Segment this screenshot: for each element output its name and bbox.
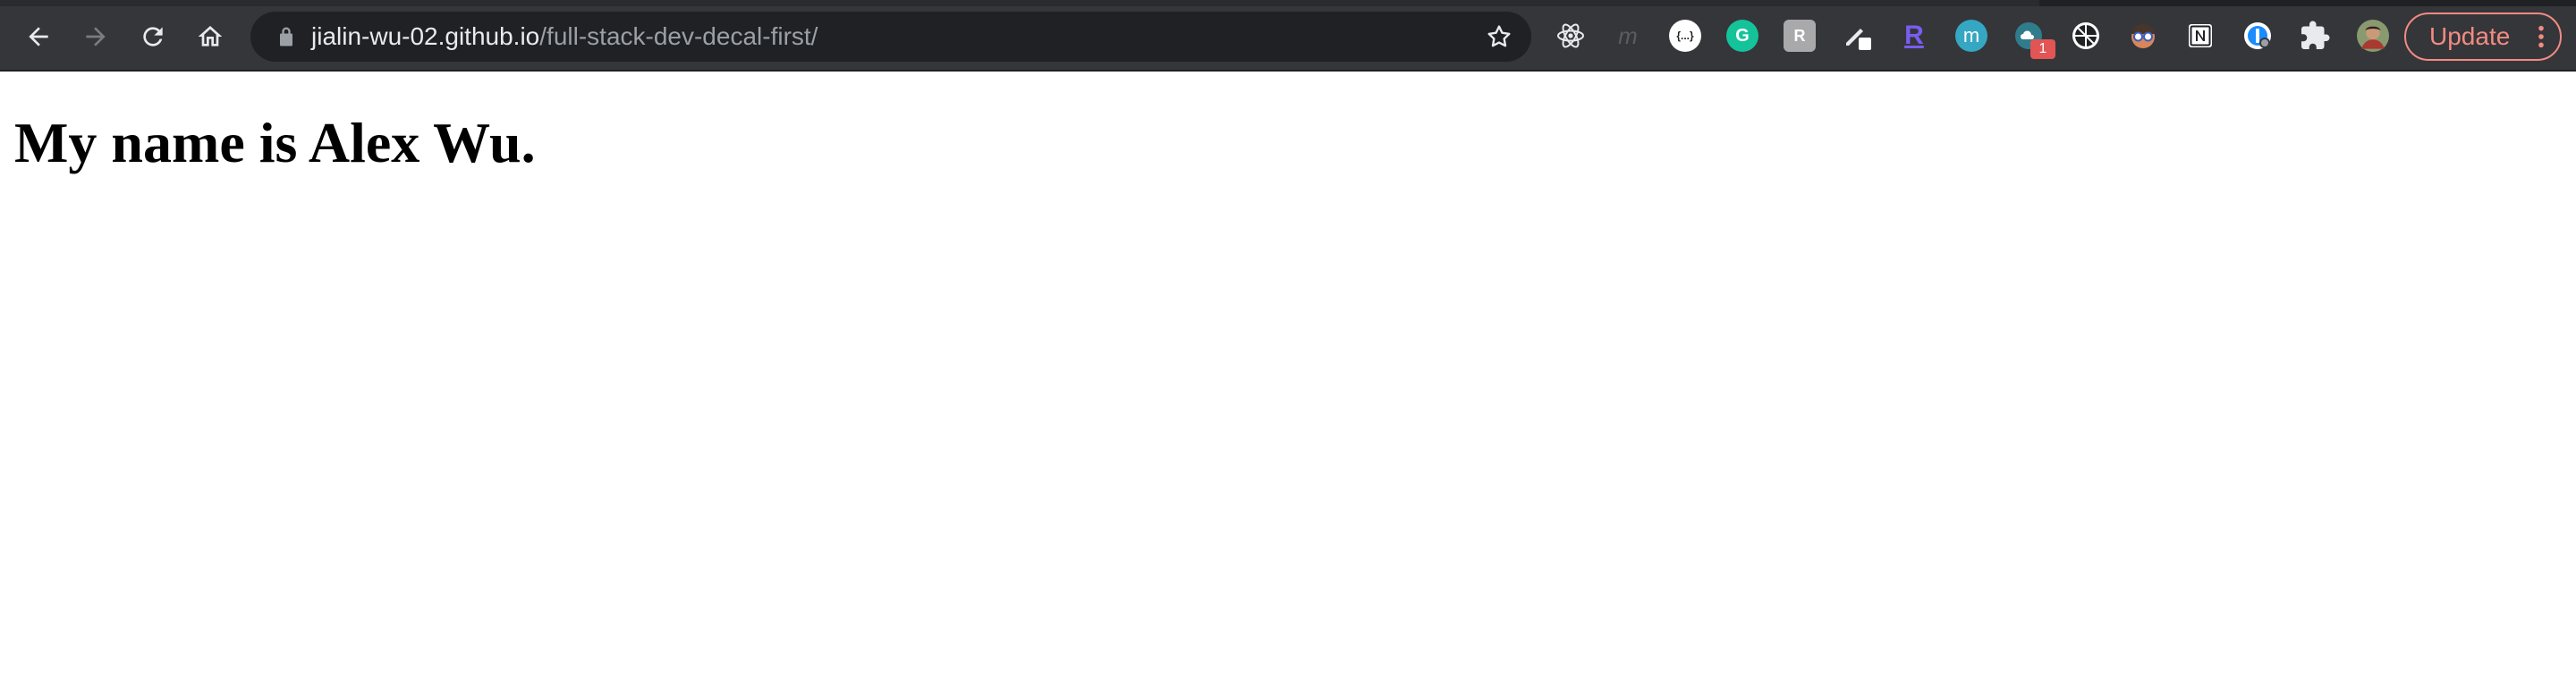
update-button[interactable]: Update — [2404, 13, 2562, 61]
m-circle-glyph: m — [1962, 24, 1980, 46]
tab-strip-active — [0, 0, 2039, 6]
tab-strip — [0, 0, 2576, 6]
camera-ext-icon[interactable] — [2070, 20, 2102, 52]
profile-avatar[interactable] — [2354, 17, 2392, 55]
json-viewer-icon[interactable]: {...} — [1669, 20, 1701, 52]
more-vertical-icon — [2538, 25, 2544, 48]
page-heading: My name is Alex Wu. — [14, 111, 536, 174]
reload-button[interactable] — [132, 16, 174, 57]
notion-logo-icon — [2189, 24, 2212, 47]
glasses-face-icon — [2131, 24, 2155, 48]
pen-icon — [1846, 29, 1871, 50]
puzzle-icon — [2301, 21, 2330, 49]
back-button[interactable] — [18, 16, 59, 57]
aperture-icon — [2072, 22, 2099, 49]
react-devtools-icon[interactable] — [1555, 20, 1587, 52]
m-italic-ext-icon[interactable]: m — [1612, 20, 1644, 52]
url-path: /full-stack-dev-decal-first/ — [539, 22, 818, 50]
home-button[interactable] — [190, 16, 231, 57]
toolbar-divider — [0, 70, 2576, 72]
arrow-left-icon — [29, 27, 48, 46]
m-italic-glyph: m — [1618, 21, 1638, 49]
onepassword-logo-icon — [2244, 22, 2271, 49]
grammarly-icon[interactable]: G — [1726, 20, 1758, 52]
json-viewer-glyph: {...} — [1676, 30, 1694, 42]
bookmark-star-icon[interactable] — [1485, 22, 1513, 51]
url-text[interactable]: jialin-wu-02.github.io/full-stack-dev-de… — [311, 12, 818, 62]
lock-icon[interactable] — [274, 24, 299, 49]
grammarly-glyph: G — [1735, 25, 1750, 46]
react-logo-icon — [1557, 23, 1584, 48]
notion-icon[interactable] — [2184, 20, 2216, 52]
rakuten-ext-icon[interactable]: R — [1784, 20, 1816, 52]
address-bar[interactable]: jialin-wu-02.github.io/full-stack-dev-de… — [250, 12, 1531, 62]
reload-icon — [143, 27, 163, 46]
r-glyph: R — [1904, 21, 1924, 50]
pen-ext-icon[interactable] — [1841, 20, 1873, 52]
avatar-icon — [2357, 20, 2389, 52]
browser-toolbar: jialin-wu-02.github.io/full-stack-dev-de… — [0, 0, 2576, 72]
character-ext-icon[interactable] — [2127, 20, 2159, 52]
extensions-puzzle-icon[interactable] — [2299, 20, 2331, 52]
home-icon — [198, 26, 223, 46]
forward-button[interactable] — [75, 16, 116, 57]
onepassword-icon[interactable] — [2241, 20, 2274, 52]
url-host: jialin-wu-02.github.io — [311, 22, 540, 50]
m-circle-ext-icon[interactable]: m — [1955, 20, 1987, 52]
r-ext-icon[interactable]: R — [1898, 20, 1930, 52]
update-label: Update — [2429, 22, 2511, 50]
arrow-right-icon — [86, 27, 106, 46]
rakuten-glyph: R — [1793, 26, 1806, 45]
extension-badge: 1 — [2030, 39, 2055, 59]
